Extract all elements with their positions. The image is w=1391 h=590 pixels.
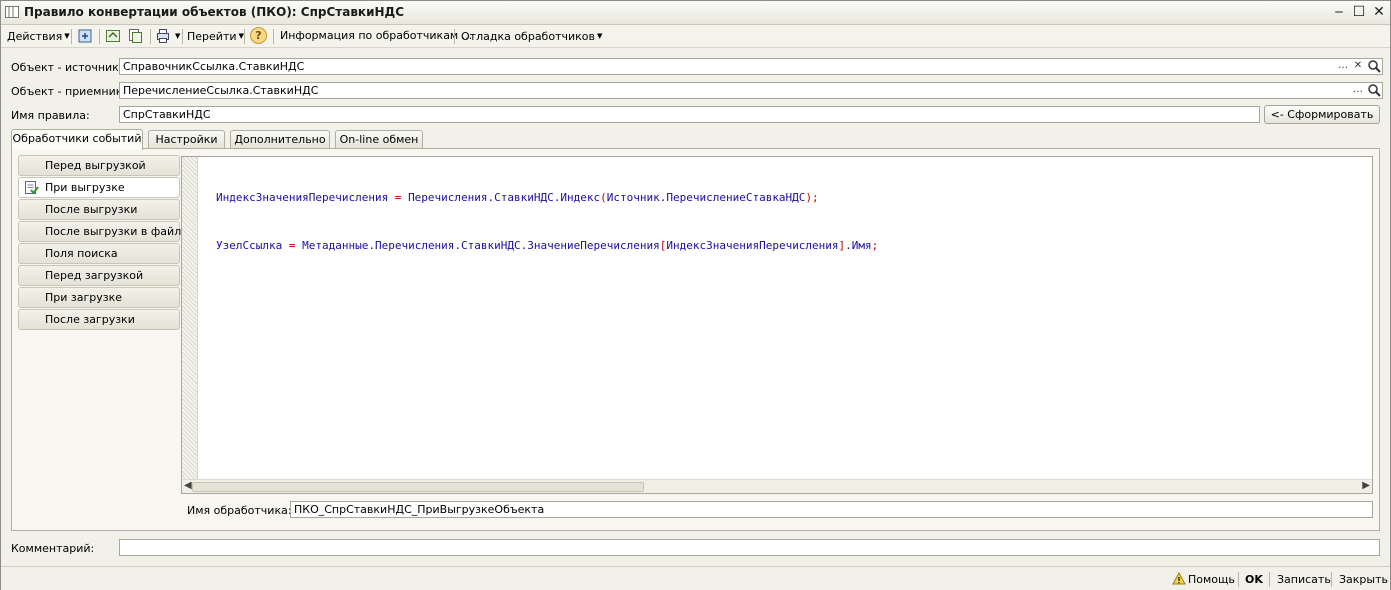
search-icon[interactable]: [1367, 59, 1381, 74]
code-line-1: ИндексЗначенияПеречисления = Перечислени…: [216, 190, 878, 206]
editor-gutter: [182, 157, 198, 480]
rule-name-field[interactable]: СпрСтавкиНДС: [119, 106, 1260, 123]
handler-name-field[interactable]: ПКО_СпрСтавкиНДС_ПриВыгрузкеОбъекта: [290, 501, 1373, 518]
toolbar-separator: [71, 29, 72, 44]
target-field[interactable]: ПеречислениеСсылка.СтавкиНДС: [119, 82, 1383, 99]
toolbar: Действия ▼ ▼ Перейти ▼ ? Информация по обр…: [1, 25, 1390, 48]
target-value: ПеречислениеСсылка.СтавкиНДС: [123, 84, 319, 97]
comment-field[interactable]: [119, 539, 1380, 556]
event-before-export[interactable]: Перед выгрузкой: [18, 155, 180, 176]
window: Правило конвертации объектов (ПКО): СпрС…: [0, 0, 1391, 590]
code-token: .Имя: [845, 239, 872, 252]
clear-icon[interactable]: ✕: [1351, 59, 1365, 74]
warning-help-icon: [1172, 572, 1186, 585]
code-token: =: [388, 191, 409, 204]
refresh-icon[interactable]: [105, 28, 121, 44]
print-icon[interactable]: [155, 28, 171, 44]
event-after-import[interactable]: После загрузки: [18, 309, 180, 330]
ok-button[interactable]: OK: [1245, 572, 1263, 587]
close-button[interactable]: Закрыть: [1339, 572, 1388, 587]
save-close-icon[interactable]: [77, 28, 93, 44]
target-label: Объект - приемник:: [11, 85, 127, 98]
goto-menu-label: Перейти: [187, 30, 237, 43]
handler-name-label: Имя обработчика:: [187, 504, 292, 517]
handler-name-value: ПКО_СпрСтавкиНДС_ПриВыгрузкеОбъекта: [294, 503, 545, 516]
maximize-button[interactable]: ☐: [1350, 4, 1368, 20]
debug-handlers-label: Отладка обработчиков: [461, 30, 595, 43]
window-title: Правило конвертации объектов (ПКО): СпрС…: [24, 5, 405, 19]
code-token: (: [600, 191, 607, 204]
help-icon[interactable]: ?: [250, 27, 267, 44]
event-after-export-to-file[interactable]: После выгрузки в файл: [18, 221, 181, 242]
toolbar-separator: [244, 29, 245, 44]
chevron-down-icon: ▼: [597, 32, 603, 40]
actions-menu[interactable]: Действия ▼: [7, 28, 70, 44]
scroll-thumb[interactable]: [192, 482, 644, 492]
minimize-button[interactable]: ‒: [1330, 4, 1348, 20]
statusbar-separator: [1269, 572, 1270, 587]
title-bar: Правило конвертации объектов (ПКО): СпрС…: [1, 1, 1390, 25]
code-line-2: УзелСсылка = Метаданные.Перечисления.Ста…: [216, 238, 878, 254]
code-token: ИндексЗначенияПеречисления: [666, 239, 839, 252]
code-token: );: [805, 191, 819, 204]
event-after-export[interactable]: После выгрузки: [18, 199, 180, 220]
close-window-button[interactable]: ✕: [1370, 4, 1388, 20]
code-token: =: [282, 239, 303, 252]
goto-menu[interactable]: Перейти ▼: [187, 28, 244, 44]
select-target-button[interactable]: …: [1351, 83, 1365, 98]
event-on-export[interactable]: При выгрузке: [18, 177, 180, 198]
handler-check-icon: [25, 181, 39, 195]
toolbar-separator: [454, 29, 455, 44]
save-button[interactable]: Записать: [1277, 572, 1331, 587]
select-source-button[interactable]: …: [1336, 59, 1350, 74]
handlers-info-button[interactable]: Информация по обработчикам ...: [280, 28, 472, 44]
chevron-down-icon: ▼: [64, 32, 70, 40]
toolbar-separator: [182, 29, 183, 44]
print-dropdown[interactable]: ▼: [173, 28, 180, 44]
generate-button[interactable]: <- Сформировать: [1264, 105, 1380, 124]
horizontal-scrollbar[interactable]: ◀ ▶: [182, 479, 1372, 493]
chevron-down-icon: ▼: [175, 32, 181, 40]
code-editor[interactable]: ИндексЗначенияПеречисления = Перечислени…: [181, 156, 1373, 494]
code-token: Источник.ПеречислениеСтавкаНДС: [606, 191, 806, 204]
search-icon[interactable]: [1367, 83, 1381, 98]
tab-online-exchange[interactable]: On-line обмен: [335, 130, 423, 149]
toolbar-separator: [150, 29, 151, 44]
status-bar: Помощь OK Записать Закрыть: [1, 566, 1390, 590]
code-token: ;: [871, 239, 879, 252]
event-search-fields[interactable]: Поля поиска: [18, 243, 180, 264]
copy-icon[interactable]: [127, 28, 143, 44]
source-value: СправочникСсылка.СтавкиНДС: [123, 60, 305, 73]
toolbar-separator: [273, 29, 274, 44]
code-token: УзелСсылка: [216, 239, 283, 252]
tab-additional[interactable]: Дополнительно: [230, 130, 330, 149]
code-token: Перечисления.СтавкиНДС.Индекс: [408, 191, 601, 204]
code-token: Метаданные.Перечисления.СтавкиНДС.Значен…: [302, 239, 660, 252]
scroll-right-icon[interactable]: ▶: [1362, 480, 1370, 492]
statusbar-separator: [1238, 572, 1239, 587]
actions-menu-label: Действия: [7, 30, 63, 43]
toolbar-separator: [99, 29, 100, 44]
code-text: ИндексЗначенияПеречисления = Перечислени…: [216, 158, 878, 286]
comment-label: Комментарий:: [11, 542, 95, 555]
source-label: Объект - источник:: [11, 61, 123, 74]
form-icon: [5, 6, 19, 18]
statusbar-separator: [1331, 572, 1332, 587]
rule-name-label: Имя правила:: [11, 109, 90, 122]
event-on-export-label: При выгрузке: [45, 181, 125, 194]
debug-handlers-menu[interactable]: Отладка обработчиков ▼: [461, 28, 602, 44]
tab-settings[interactable]: Настройки: [148, 130, 225, 149]
source-field[interactable]: СправочникСсылка.СтавкиНДС: [119, 58, 1383, 75]
event-before-import[interactable]: Перед загрузкой: [18, 265, 180, 286]
event-on-import[interactable]: При загрузке: [18, 287, 180, 308]
help-button[interactable]: Помощь: [1188, 572, 1235, 587]
tab-event-handlers[interactable]: Обработчики событий: [11, 129, 143, 150]
code-token: ИндексЗначенияПеречисления: [216, 191, 389, 204]
scroll-left-icon[interactable]: ◀: [184, 480, 192, 492]
rule-name-value: СпрСтавкиНДС: [123, 108, 211, 121]
